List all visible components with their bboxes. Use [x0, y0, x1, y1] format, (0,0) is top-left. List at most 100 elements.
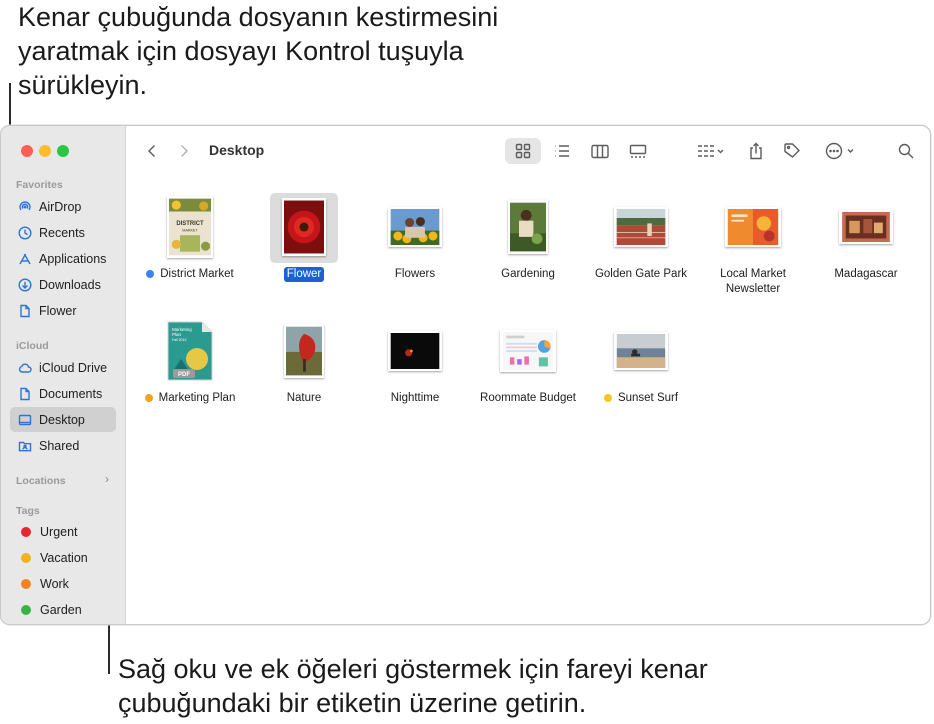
sidebar-tag-work[interactable]: Work	[10, 571, 116, 596]
file-thumbnail	[839, 210, 893, 244]
tag-color-dot	[21, 578, 31, 589]
tag-color-dot	[21, 526, 31, 537]
download-icon	[17, 277, 33, 293]
sidebar-item-airdrop[interactable]: AirDrop	[10, 194, 116, 219]
file-thumbnail	[725, 207, 781, 247]
sidebar-item-downloads[interactable]: Downloads	[10, 272, 116, 297]
file-sunset-surf[interactable]: Sunset Surf	[585, 317, 697, 406]
sidebar-tag-urgent[interactable]: Urgent	[10, 519, 116, 544]
file-thumbnail: DISTRICT MARKET	[167, 196, 213, 258]
sidebar-item-label: iCloud Drive	[39, 360, 108, 375]
tag-color-dot	[144, 394, 153, 402]
search-button[interactable]	[893, 138, 919, 164]
sidebar-item-shared[interactable]: Shared	[10, 433, 116, 458]
sidebar-item-label: Applications	[39, 251, 107, 266]
column-view-button[interactable]	[583, 138, 617, 164]
sidebar-item-label: Work	[40, 576, 69, 591]
callout-top: Kenar çubuğunda dosyanın kestirmesini ya…	[18, 2, 499, 100]
tag-icon	[784, 143, 800, 158]
callout-bottom: Sağ oku ve ek öğeleri göstermek için far…	[118, 654, 708, 718]
tags-button[interactable]	[779, 138, 805, 164]
file-madagascar[interactable]: Madagascar	[810, 193, 922, 282]
file-name: Golden Gate Park	[594, 268, 688, 280]
forward-button[interactable]	[173, 138, 195, 164]
sidebar-item-label: Documents	[39, 386, 103, 401]
file-thumbnail	[388, 331, 442, 371]
file-browser-area: DISTRICT MARKET District Market Flower F…	[127, 176, 930, 624]
sidebar-item-label: Vacation	[40, 550, 88, 565]
grid-icon	[515, 143, 531, 159]
airdrop-icon	[17, 199, 33, 215]
file-nature[interactable]: Nature	[248, 317, 360, 406]
file-golden-gate-park[interactable]: Golden Gate Park	[585, 193, 697, 282]
sidebar-item-label: Downloads	[39, 277, 101, 292]
thumb-text: MARKET	[182, 229, 198, 233]
file-flower[interactable]: Flower	[248, 193, 360, 282]
group-by-button[interactable]	[691, 138, 731, 164]
group-icon	[698, 145, 724, 157]
file-gardening[interactable]: Gardening	[472, 193, 584, 282]
file-local-market-newsletter[interactable]: Local Market Newsletter	[697, 193, 809, 297]
tag-color-dot	[21, 604, 31, 615]
chevron-right-icon[interactable]: ›	[105, 472, 109, 486]
cloud-icon	[17, 360, 33, 376]
file-flowers[interactable]: Flowers	[359, 193, 471, 282]
sidebar-item-desktop[interactable]: Desktop	[10, 407, 116, 432]
file-thumbnail	[508, 200, 548, 254]
file-marketing-plan[interactable]: Marketing Plan Fall 2019 PDF Marketing P…	[134, 317, 246, 406]
file-name: District Market	[160, 268, 234, 280]
sidebar-tag-garden[interactable]: Garden	[10, 597, 116, 622]
applications-icon	[17, 251, 33, 267]
thumb-text: PDF	[178, 372, 190, 378]
sidebar-item-label: Flower	[39, 303, 77, 318]
file-thumbnail	[388, 207, 442, 247]
sidebar-item-label: Urgent	[40, 524, 78, 539]
sidebar: Favorites AirDrop Recents Applications D…	[1, 126, 126, 624]
file-thumbnail	[614, 207, 668, 247]
file-name: Nighttime	[390, 392, 440, 404]
share-icon	[750, 142, 762, 160]
sidebar-item-recents[interactable]: Recents	[10, 220, 116, 245]
file-name: Roommate Budget	[480, 392, 576, 404]
file-district-market[interactable]: DISTRICT MARKET District Market	[134, 193, 246, 282]
list-view-button[interactable]	[545, 138, 579, 164]
sidebar-tag-vacation[interactable]: Vacation	[10, 545, 116, 570]
sidebar-item-applications[interactable]: Applications	[10, 246, 116, 271]
minimize-window-button[interactable]	[39, 145, 51, 157]
desktop-icon	[17, 412, 33, 428]
sidebar-heading-favorites: Favorites	[16, 179, 63, 191]
file-name: Nature	[286, 392, 322, 404]
file-name: Marketing Plan	[158, 392, 236, 404]
thumb-text: Plan	[172, 332, 182, 337]
document-icon	[17, 386, 33, 402]
shared-folder-icon	[17, 438, 33, 454]
share-button[interactable]	[743, 138, 769, 164]
gallery-icon	[629, 144, 647, 158]
sidebar-item-label: Shared	[39, 438, 80, 453]
clock-icon	[17, 225, 33, 241]
sidebar-heading-tags: Tags	[16, 505, 40, 517]
icon-view-button[interactable]	[505, 138, 541, 164]
sidebar-item-flower[interactable]: Flower	[10, 298, 116, 323]
chevron-left-icon	[148, 145, 155, 157]
file-nighttime[interactable]: Nighttime	[359, 317, 471, 406]
file-thumbnail	[284, 324, 324, 378]
file-name: Madagascar	[834, 268, 898, 280]
back-button[interactable]	[141, 138, 163, 164]
close-window-button[interactable]	[21, 145, 33, 157]
file-roommate-budget[interactable]: Roommate Budget	[472, 317, 584, 406]
sidebar-item-label: Garden	[40, 602, 82, 617]
ellipsis-circle-icon	[825, 142, 854, 160]
sidebar-item-documents[interactable]: Documents	[10, 381, 116, 406]
file-name: Gardening	[501, 268, 555, 280]
tag-color-dot	[21, 552, 31, 563]
more-actions-button[interactable]	[821, 138, 859, 164]
zoom-window-button[interactable]	[57, 145, 69, 157]
sidebar-item-label: Desktop	[39, 412, 85, 427]
sidebar-heading-locations[interactable]: Locations	[16, 475, 66, 487]
gallery-view-button[interactable]	[621, 138, 655, 164]
sidebar-item-icloud-drive[interactable]: iCloud Drive	[10, 355, 116, 380]
sidebar-item-label: AirDrop	[39, 199, 82, 214]
file-thumbnail: Marketing Plan Fall 2019 PDF	[167, 321, 213, 381]
file-thumbnail	[282, 198, 326, 256]
